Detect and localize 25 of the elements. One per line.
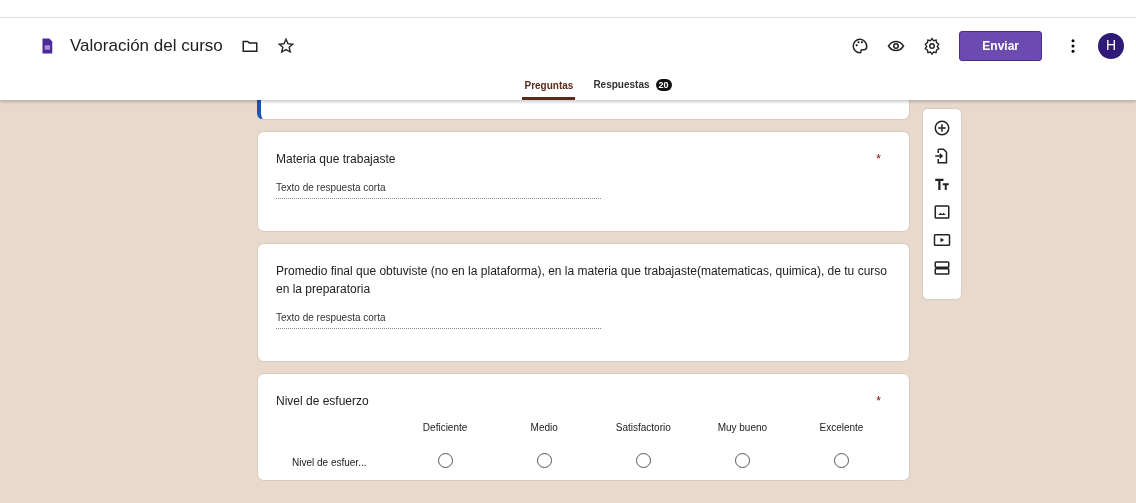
row-label: Nivel de esfuer... (292, 457, 367, 468)
form-title: Valoración del curso (70, 34, 223, 57)
column-label: Medio (530, 422, 558, 433)
question-title: Materia que trabajaste (276, 151, 397, 168)
tab[interactable]: Respuestas 20 (591, 73, 674, 100)
image-icon[interactable] (933, 203, 951, 221)
send-button[interactable]: Enviar (959, 30, 1042, 61)
add-question-icon[interactable] (933, 119, 951, 137)
column-label: Satisfactorio (615, 422, 671, 433)
short-answer-field[interactable]: Texto de respuesta corta (276, 310, 601, 329)
required-mark: * (876, 393, 881, 410)
required-mark: * (876, 151, 881, 168)
column-label: Excelente (819, 422, 864, 433)
settings-icon[interactable] (923, 36, 942, 55)
question-title: Promedio final que obtuviste (no en la plataforma), en la materia que trabajaste(matematicas, quimica), de tu curso en la preparatoria (276, 263, 888, 298)
video-icon[interactable] (933, 231, 951, 249)
response-count-badge: 20 (655, 79, 672, 92)
avatar[interactable]: H (1098, 32, 1124, 59)
palette-icon[interactable] (851, 36, 870, 55)
column-label: Deficiente (422, 422, 468, 433)
star-icon[interactable] (276, 36, 295, 55)
section-icon[interactable] (933, 259, 951, 277)
short-answer-field[interactable]: Texto de respuesta corta (276, 180, 601, 199)
question-title: Nivel de esfuerzo (276, 393, 370, 410)
column-label: Muy bueno (717, 422, 768, 433)
